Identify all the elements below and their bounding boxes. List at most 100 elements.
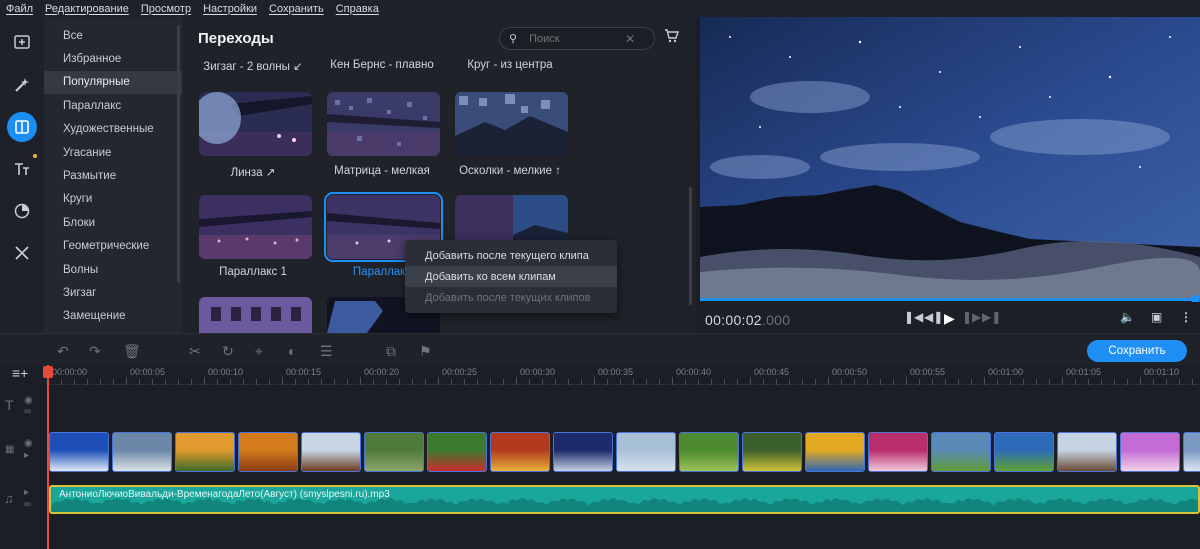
menu-edit[interactable]: Редактирование [39,3,135,15]
next-frame-icon[interactable]: ❚▶ [962,310,981,324]
play-icon[interactable]: ▶ [944,310,955,327]
ruler-tick-mark [685,379,686,385]
video-clip[interactable] [931,432,991,472]
video-clip[interactable] [1057,432,1117,472]
clear-search-icon[interactable]: ✕ [625,32,635,46]
time-main: 00:00:02 [705,312,762,328]
category-blocks[interactable]: Блоки [44,211,182,234]
video-clip[interactable] [301,432,361,472]
more-tools-button[interactable] [7,238,37,268]
search-input[interactable] [529,32,620,45]
search-box[interactable]: ⚲ ✕ [499,27,655,50]
menu-file[interactable]: Файл [0,3,39,15]
save-button[interactable]: Сохранить [1087,340,1187,362]
notification-dot [33,154,37,158]
video-clip[interactable] [490,432,550,472]
cart-icon [665,29,679,43]
transition-thumb-matrix[interactable] [327,92,440,156]
video-preview[interactable] [700,17,1200,298]
ruler-tick-mark [373,379,374,385]
video-clip[interactable] [742,432,802,472]
transition-thumb-parallax-1[interactable] [199,195,312,259]
video-clip[interactable] [805,432,865,472]
visibility-icon[interactable]: ◉ [24,395,33,406]
video-clip[interactable] [112,432,172,472]
category-zigzag[interactable]: Зигзаг [44,281,182,304]
add-track-icon[interactable]: ≡+ [12,365,28,381]
ruler-tick-mark [74,379,75,385]
transitions-button[interactable] [7,112,37,142]
category-parallax[interactable]: Параллакс [44,94,182,117]
ruler-tick-mark [1062,377,1063,385]
menu-settings[interactable]: Настройки [197,3,263,15]
magic-button[interactable] [7,70,37,100]
volume-icon[interactable]: ▸ [24,487,29,498]
store-button[interactable] [664,29,679,48]
playhead[interactable] [47,365,49,549]
redo-icon[interactable]: ↷ [89,343,101,360]
category-scrollbar[interactable] [177,25,180,283]
snapshot-icon[interactable]: ▣ [1151,310,1162,324]
titles-button[interactable] [7,154,37,184]
menu-view[interactable]: Просмотр [135,3,197,15]
filters-button[interactable] [7,196,37,226]
category-replace[interactable]: Замещение [44,305,182,328]
video-clip[interactable] [1120,432,1180,472]
video-clip[interactable] [175,432,235,472]
ruler-tick-label: 00:00:10 [208,367,244,377]
more-options-icon[interactable]: ⋮ [1180,310,1192,324]
time-display: 00:00:02.000 [705,312,790,328]
link-icon[interactable]: ∞ [24,499,31,510]
marker-flag-icon[interactable]: ⚑ [419,343,432,360]
video-clip[interactable] [1183,432,1200,472]
playhead-handle[interactable] [43,366,53,378]
category-blur[interactable]: Размытие [44,164,182,187]
visibility-icon[interactable]: ◉ [24,438,33,449]
time-ruler[interactable]: 00:00:00 00:00:05 00:00:10 00:00:15 00:00:20… [48,365,1200,385]
category-popular[interactable]: Популярные [44,70,182,95]
ruler-tick-mark [841,379,842,385]
category-circles[interactable]: Круги [44,188,182,211]
video-clip[interactable] [238,432,298,472]
video-clip[interactable] [553,432,613,472]
import-button[interactable] [7,27,37,57]
transition-thumb-lens[interactable] [199,92,312,156]
skip-to-start-icon[interactable]: ❚◀ [904,310,923,324]
video-clip[interactable] [868,432,928,472]
ruler-tick-mark [659,379,660,385]
category-fade[interactable]: Угасание [44,141,182,164]
crop-icon[interactable]: ⌖ [255,343,263,360]
context-add-to-all[interactable]: Добавить ко всем клипам [405,266,617,287]
clip-properties-icon[interactable]: ☰ [320,343,333,360]
panel-scrollbar[interactable] [689,187,692,305]
category-all[interactable]: Все [44,24,182,47]
delete-icon[interactable]: 🗑 [123,343,141,360]
playback-progress-bar[interactable] [700,298,1196,301]
context-add-after-current[interactable]: Добавить после текущего клипа [405,245,617,266]
volume-icon[interactable]: 🔈 [1120,310,1135,324]
video-clip[interactable] [616,432,676,472]
menu-save[interactable]: Сохранить [263,3,330,15]
transition-thumb-shards[interactable] [455,92,568,156]
mute-icon[interactable]: ▸ [24,450,29,461]
link-icon[interactable]: ∞ [24,406,31,417]
rotate-icon[interactable]: ↻ [222,343,234,360]
previous-frame-icon[interactable]: ◀❚ [924,310,943,324]
category-artistic[interactable]: Художественные [44,118,182,141]
overlay-icon[interactable]: ⧉ [386,343,396,360]
transition-thumb-grid[interactable] [199,297,312,333]
video-clip[interactable] [427,432,487,472]
menu-help[interactable]: Справка [330,3,385,15]
color-adjust-icon[interactable]: ◐ [288,343,296,359]
undo-icon[interactable]: ↶ [57,343,69,360]
video-clip[interactable] [994,432,1054,472]
cut-icon[interactable]: ✂ [189,343,201,360]
category-favorites[interactable]: Избранное [44,47,182,70]
category-geometric[interactable]: Геометрические [44,235,182,258]
video-clip[interactable] [364,432,424,472]
video-clip[interactable] [679,432,739,472]
audio-clip[interactable]: АнтониоЛючиоВивальди-ВременагодаЛето(Авг… [49,485,1200,514]
skip-to-end-icon[interactable]: ▶❚ [982,310,1001,324]
video-clip[interactable] [49,432,109,472]
category-waves[interactable]: Волны [44,258,182,281]
